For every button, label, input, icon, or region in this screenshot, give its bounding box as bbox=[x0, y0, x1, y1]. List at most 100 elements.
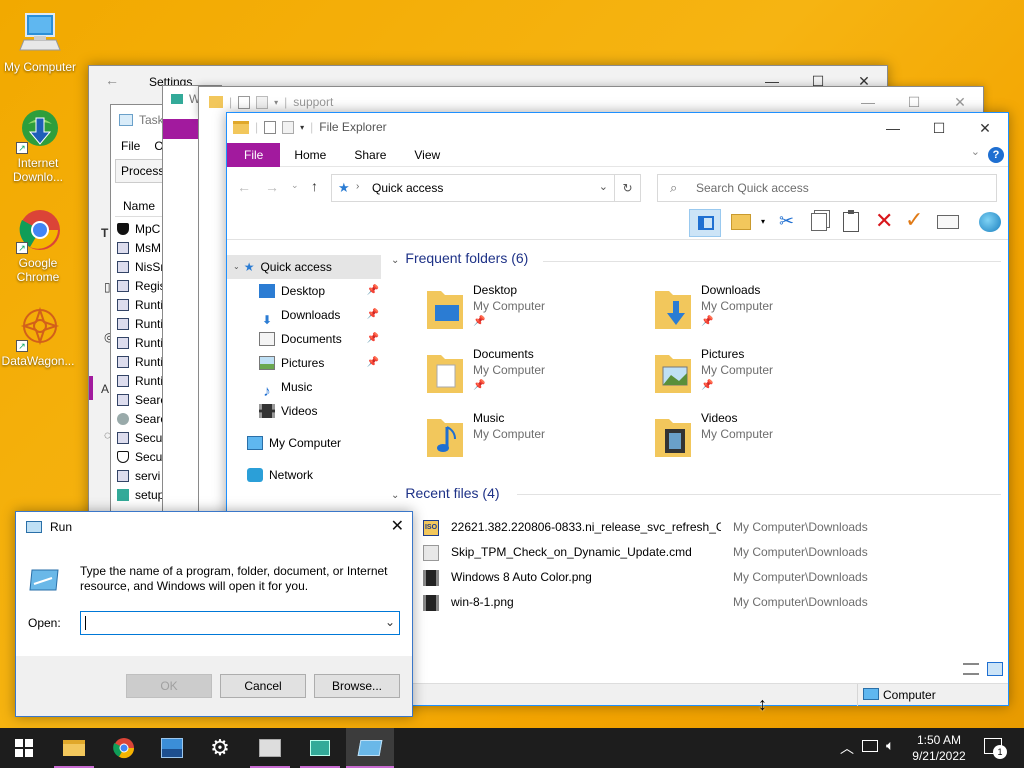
new-folder-icon[interactable] bbox=[282, 120, 295, 134]
close-button[interactable]: ✕ bbox=[962, 113, 1008, 143]
delete-icon[interactable]: ✕ bbox=[875, 208, 893, 234]
help-icon[interactable]: ? bbox=[988, 147, 1004, 163]
folder-pictures[interactable]: Pictures My Computer 📌 bbox=[655, 347, 875, 403]
desktop-icon-datawagon[interactable]: ↗ DataWagon... bbox=[0, 304, 78, 368]
nav-music[interactable]: ♪ Music bbox=[227, 375, 383, 400]
search-icon: ⌕ bbox=[670, 180, 678, 195]
folder-videos[interactable]: Videos My Computer bbox=[655, 411, 875, 467]
new-folder-icon[interactable] bbox=[256, 95, 269, 109]
properties-icon[interactable] bbox=[264, 120, 277, 134]
desktop-icon-internet-download-manager[interactable]: ↗ Internet Downlo... bbox=[0, 106, 78, 184]
tab-home[interactable]: Home bbox=[280, 143, 340, 167]
rename-check-icon[interactable]: ✓ bbox=[905, 207, 923, 233]
network-tray-icon[interactable] bbox=[862, 740, 878, 752]
folder-downloads[interactable]: Downloads My Computer 📌 bbox=[655, 283, 875, 339]
chevron-down-icon[interactable]: ▾ bbox=[274, 98, 278, 107]
toolbar: ▾ ✂ ✕ ✓ bbox=[689, 207, 1007, 239]
up-arrow-icon[interactable]: ↑ bbox=[311, 178, 318, 194]
settings-partial-t: T bbox=[101, 226, 109, 240]
view-options-icon[interactable] bbox=[731, 214, 751, 230]
recent-files-header[interactable]: ⌄ Recent files (4) bbox=[391, 485, 500, 501]
tab-share[interactable]: Share bbox=[340, 143, 400, 167]
address-dropdown-icon[interactable]: ⌄ bbox=[599, 180, 608, 193]
network-globe-icon[interactable] bbox=[979, 212, 1001, 232]
pin-icon: 📌 bbox=[366, 333, 379, 344]
nav-downloads[interactable]: ⬇ Downloads 📌 bbox=[227, 303, 383, 327]
folder-icon bbox=[63, 740, 85, 756]
ribbon-expand-icon[interactable]: ⌄ bbox=[971, 145, 980, 158]
nav-quick-access[interactable]: ⌄ ★ Quick access bbox=[227, 255, 381, 279]
run-dialog[interactable]: Run ✕ Type the name of a program, folder… bbox=[15, 511, 413, 717]
settings-partial-a: A bbox=[101, 382, 110, 396]
refresh-button[interactable]: ↻ bbox=[615, 174, 641, 202]
cancel-button[interactable]: Cancel bbox=[220, 674, 306, 698]
properties-icon[interactable] bbox=[937, 215, 959, 229]
taskbar-setup[interactable] bbox=[296, 728, 344, 768]
recent-file-row[interactable]: win-8-1.png My Computer\Downloads bbox=[419, 590, 889, 615]
desktop-icon-my-computer[interactable]: My Computer bbox=[0, 10, 80, 74]
chevron-down-icon[interactable]: ⌄ bbox=[385, 615, 395, 629]
forward-arrow-icon[interactable]: → bbox=[265, 179, 279, 195]
nav-my-computer[interactable]: My Computer bbox=[227, 431, 383, 455]
taskbar-file-explorer[interactable] bbox=[50, 728, 98, 768]
show-hidden-icons-chevron-icon[interactable]: ︿ bbox=[840, 738, 854, 758]
music-note-icon: ♪ bbox=[263, 383, 271, 400]
folder-desktop[interactable]: Desktop My Computer 📌 bbox=[427, 283, 647, 339]
taskbar-photos[interactable] bbox=[148, 728, 196, 768]
tab-view[interactable]: View bbox=[400, 143, 454, 167]
frequent-folders-header[interactable]: ⌄ Frequent folders (6) bbox=[391, 250, 528, 266]
close-button[interactable]: ✕ bbox=[391, 516, 404, 536]
large-icons-view-icon[interactable] bbox=[987, 662, 1003, 676]
taskbar-run[interactable] bbox=[346, 728, 394, 768]
recent-file-row[interactable]: Windows 8 Auto Color.png My Computer\Dow… bbox=[419, 565, 889, 590]
process-icon bbox=[117, 374, 129, 387]
documents-folder-icon bbox=[427, 351, 463, 393]
start-button[interactable] bbox=[0, 728, 48, 768]
taskbar-settings[interactable]: ⚙ bbox=[196, 728, 244, 768]
chevron-down-icon[interactable]: ⌄ bbox=[391, 490, 399, 501]
pin-icon: 📌 bbox=[366, 357, 379, 368]
folder-music[interactable]: Music My Computer bbox=[427, 411, 647, 467]
taskbar-chrome[interactable] bbox=[100, 728, 148, 768]
nav-videos[interactable]: Videos bbox=[227, 399, 383, 423]
recent-file-row[interactable]: Skip_TPM_Check_on_Dynamic_Update.cmd My … bbox=[419, 540, 889, 565]
maximize-button[interactable]: ☐ bbox=[916, 113, 962, 143]
minimize-button[interactable]: — bbox=[870, 113, 916, 143]
nav-pictures[interactable]: Pictures 📌 bbox=[227, 351, 383, 375]
preview-pane-icon[interactable] bbox=[689, 209, 721, 237]
desktop-folder-icon bbox=[427, 287, 463, 329]
nav-documents[interactable]: Documents 📌 bbox=[227, 327, 383, 351]
task-manager-icon bbox=[259, 739, 281, 757]
folder-documents[interactable]: Documents My Computer 📌 bbox=[427, 347, 647, 403]
open-input[interactable]: ⌄ bbox=[80, 611, 400, 635]
taskbar-task-manager[interactable] bbox=[246, 728, 294, 768]
chevron-down-icon[interactable]: ⌄ bbox=[391, 255, 399, 266]
copy-icon[interactable] bbox=[811, 213, 827, 231]
properties-icon[interactable] bbox=[238, 95, 251, 109]
address-bar[interactable]: ★ › Quick access ⌄ bbox=[331, 174, 615, 202]
volume-icon[interactable]: 🔈︎ bbox=[886, 737, 894, 754]
nav-desktop[interactable]: Desktop 📌 bbox=[227, 279, 383, 303]
back-arrow-icon[interactable]: ← bbox=[105, 72, 119, 88]
recent-file-row[interactable]: ISO 22621.382.220806-0833.ni_release_svc… bbox=[419, 515, 889, 540]
notification-center-icon[interactable]: 1 bbox=[984, 738, 1007, 759]
details-view-icon[interactable] bbox=[963, 663, 979, 675]
tab-file[interactable]: File bbox=[227, 143, 281, 167]
cut-icon[interactable]: ✂ bbox=[779, 211, 794, 232]
chevron-down-icon[interactable]: ⌄ bbox=[233, 255, 240, 279]
desktop-icon-google-chrome[interactable]: ↗ Google Chrome bbox=[0, 206, 78, 284]
clock[interactable]: 1:50 AM 9/21/2022 bbox=[906, 732, 972, 764]
recent-locations-icon[interactable]: ⌄ bbox=[291, 180, 299, 191]
browse-button[interactable]: Browse... bbox=[314, 674, 400, 698]
back-arrow-icon[interactable]: ← bbox=[237, 179, 251, 195]
search-box[interactable]: ⌕ Search Quick access bbox=[657, 174, 997, 202]
nav-network[interactable]: Network bbox=[227, 463, 383, 487]
process-icon bbox=[117, 298, 129, 311]
paste-icon[interactable] bbox=[843, 210, 859, 232]
ok-button[interactable]: OK bbox=[126, 674, 212, 698]
chevron-down-icon[interactable]: ▾ bbox=[761, 217, 765, 226]
open-label: Open: bbox=[28, 616, 61, 630]
menu-file[interactable]: File bbox=[121, 139, 140, 153]
process-icon bbox=[117, 355, 129, 368]
chevron-down-icon[interactable]: ▾ bbox=[300, 123, 304, 132]
